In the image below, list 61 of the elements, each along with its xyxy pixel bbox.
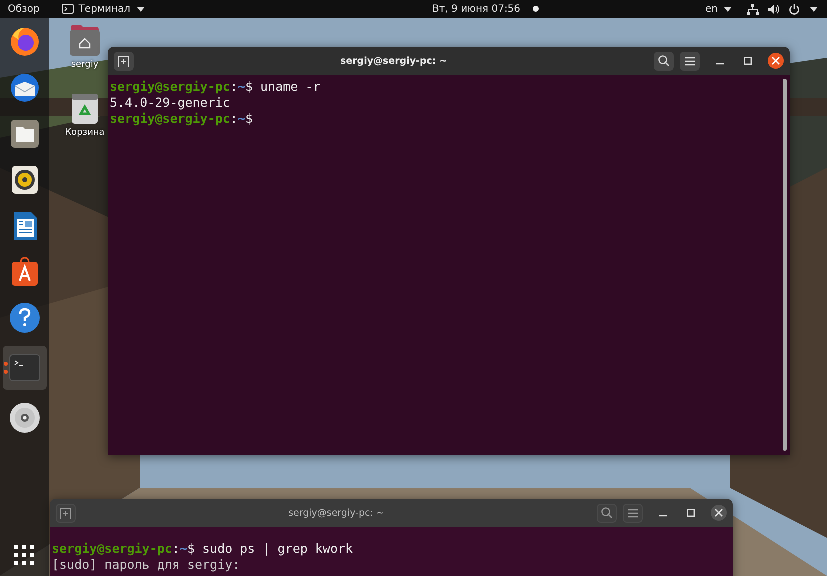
prompt-user-host: sergiy@sergiy-pc — [110, 111, 230, 127]
browser-icon — [8, 26, 40, 58]
prompt-path: ~ — [238, 79, 246, 95]
new-tab-icon — [118, 56, 130, 66]
menu-icon — [685, 56, 695, 66]
menu-button[interactable] — [623, 504, 643, 522]
command-text: uname -r — [260, 79, 321, 95]
network-icon — [746, 4, 759, 14]
home-folder-icon — [69, 24, 101, 57]
new-tab-icon — [60, 508, 72, 518]
caret-icon — [136, 5, 146, 13]
clock-button[interactable]: Вт, 9 июня 07:56 — [432, 4, 539, 14]
window-title: sergiy@sergiy-pc: ~ — [339, 56, 448, 66]
scrollbar[interactable] — [783, 79, 787, 451]
notification-dot-icon — [532, 6, 539, 12]
close-icon — [772, 57, 780, 65]
close-icon — [715, 509, 723, 517]
terminal-icon — [62, 4, 74, 14]
close-button[interactable] — [768, 53, 784, 69]
menu-icon — [628, 508, 638, 518]
mail-icon — [8, 72, 40, 104]
help-icon — [8, 302, 40, 334]
running-indicator-icon — [4, 362, 8, 374]
folder-icon — [8, 118, 40, 150]
prompt-separator: : — [172, 541, 180, 557]
prompt-separator: : — [230, 79, 238, 95]
prompt-symbol: $ — [187, 541, 196, 557]
prompt-path: ~ — [238, 111, 246, 127]
app-menu[interactable]: Терминал — [62, 4, 146, 14]
close-button[interactable] — [711, 505, 727, 521]
terminal-icon — [8, 352, 40, 384]
maximize-icon — [687, 509, 695, 517]
menu-button[interactable] — [680, 52, 700, 70]
power-icon — [788, 4, 800, 14]
command-text: sudo ps | grep kwork — [202, 541, 354, 557]
keyboard-layout-menu[interactable]: en — [705, 4, 733, 14]
output-text: 5.4.0-29-generic — [110, 95, 230, 111]
maximize-icon — [744, 57, 752, 65]
caret-icon — [808, 5, 819, 13]
prompt-separator: : — [230, 111, 238, 127]
output-text: [sudo] пароль для sergiy: — [52, 557, 240, 573]
prompt-symbol: $ — [245, 111, 254, 127]
prompt-user-host: sergiy@sergiy-pc — [110, 79, 230, 95]
search-button[interactable] — [597, 504, 617, 522]
search-button[interactable] — [654, 52, 674, 70]
search-icon — [601, 507, 613, 519]
activities-button[interactable]: Обзор — [0, 4, 48, 14]
new-tab-button[interactable] — [56, 504, 76, 522]
prompt-symbol: $ — [245, 79, 254, 95]
new-tab-button[interactable] — [114, 52, 134, 70]
desktop-icon-label[interactable]: Корзина — [65, 128, 105, 138]
desktop-icon-label[interactable]: sergiy — [71, 60, 99, 70]
disc-icon — [8, 402, 40, 434]
prompt-path: ~ — [180, 541, 188, 557]
search-icon — [658, 55, 670, 67]
caret-icon — [722, 5, 733, 13]
trash-icon — [69, 92, 101, 125]
window-title: sergiy@sergiy-pc: ~ — [288, 508, 386, 518]
prompt-user-host: sergiy@sergiy-pc — [52, 541, 172, 557]
volume-icon — [768, 4, 780, 14]
app-grid-icon — [14, 545, 35, 566]
